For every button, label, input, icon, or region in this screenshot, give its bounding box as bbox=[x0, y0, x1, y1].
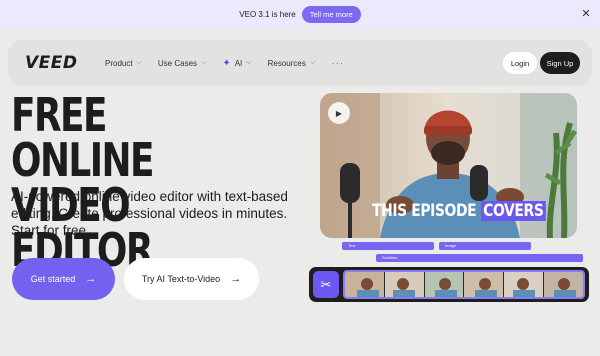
login-button[interactable]: Login bbox=[503, 52, 537, 74]
arrow-right-icon: → bbox=[230, 273, 242, 285]
nav-item-label: Use Cases bbox=[157, 58, 198, 68]
track-label: Text bbox=[348, 243, 356, 248]
timeline-track-text[interactable]: Text bbox=[342, 242, 434, 250]
video-caption: THIS EPISODE COVERS bbox=[372, 201, 546, 221]
timeline-track-subtitles[interactable]: Subtitles bbox=[376, 254, 583, 262]
nav-item-product[interactable]: Product ⌵ bbox=[105, 59, 142, 68]
clip-thumbnail bbox=[424, 272, 465, 297]
more-menu-icon[interactable]: ··· bbox=[331, 58, 344, 69]
nav-item-resources[interactable]: Resources ⌵ bbox=[268, 59, 316, 68]
close-icon[interactable]: ✕ bbox=[580, 8, 592, 20]
clip-thumbnail bbox=[464, 272, 505, 297]
timeline-track-image[interactable]: Image bbox=[439, 242, 531, 250]
chevron-down-icon: ⌵ bbox=[201, 59, 207, 66]
play-icon[interactable]: ▶ bbox=[328, 102, 350, 124]
tell-me-more-button[interactable]: Tell me more bbox=[301, 6, 361, 23]
chevron-down-icon: ⌵ bbox=[309, 59, 316, 66]
announcement-bar: VEO 3.1 is here Tell me more ✕ bbox=[0, 0, 600, 29]
nav-menu: Product ⌵ Use Cases ⌵ ✦ AI ⌵ Resources ⌵… bbox=[105, 40, 360, 86]
signup-button[interactable]: Sign Up bbox=[540, 52, 580, 74]
veed-logo[interactable]: VEED bbox=[25, 53, 78, 73]
nav-item-label: Product bbox=[105, 58, 133, 68]
timeline-bar[interactable]: ✂ bbox=[309, 267, 589, 302]
nav-item-ai[interactable]: ✦ AI ⌵ bbox=[222, 58, 251, 69]
try-ai-text-to-video-button[interactable]: Try AI Text-to-Video → bbox=[124, 258, 259, 300]
sparkle-icon: ✦ bbox=[222, 57, 231, 69]
track-label: Subtitles bbox=[382, 255, 398, 260]
main-nav: VEED Product ⌵ Use Cases ⌵ ✦ AI ⌵ Resour… bbox=[8, 40, 592, 86]
nav-item-label: AI bbox=[234, 58, 243, 68]
video-clip-strip[interactable] bbox=[343, 270, 585, 299]
caption-text: THIS EPISODE bbox=[372, 201, 477, 221]
arrow-right-icon: → bbox=[85, 273, 97, 285]
try-ai-label: Try AI Text-to-Video bbox=[141, 274, 221, 284]
hero-title-line1: FREE ONLINE bbox=[11, 88, 154, 187]
scissors-icon[interactable]: ✂ bbox=[313, 271, 339, 298]
get-started-button[interactable]: Get started → bbox=[12, 258, 115, 300]
track-label: Image bbox=[445, 243, 457, 248]
chevron-down-icon: ⌵ bbox=[246, 59, 252, 66]
clip-thumbnail bbox=[504, 272, 545, 297]
get-started-label: Get started bbox=[30, 274, 76, 284]
clip-thumbnail bbox=[544, 272, 583, 297]
clip-thumbnail bbox=[345, 272, 385, 297]
nav-item-use-cases[interactable]: Use Cases ⌵ bbox=[158, 59, 206, 68]
video-preview[interactable]: ▶ THIS EPISODE COVERS bbox=[320, 93, 577, 238]
nav-item-label: Resources bbox=[267, 58, 306, 68]
clip-thumbnail bbox=[384, 272, 425, 297]
hero-subtitle: AI-powered online video editor with text… bbox=[11, 189, 288, 238]
announcement-text: VEO 3.1 is here bbox=[239, 10, 296, 19]
caption-highlight: COVERS bbox=[480, 201, 546, 221]
hero-title: FREE ONLINE VIDEO EDITOR bbox=[11, 88, 245, 273]
chevron-down-icon: ⌵ bbox=[136, 59, 142, 66]
